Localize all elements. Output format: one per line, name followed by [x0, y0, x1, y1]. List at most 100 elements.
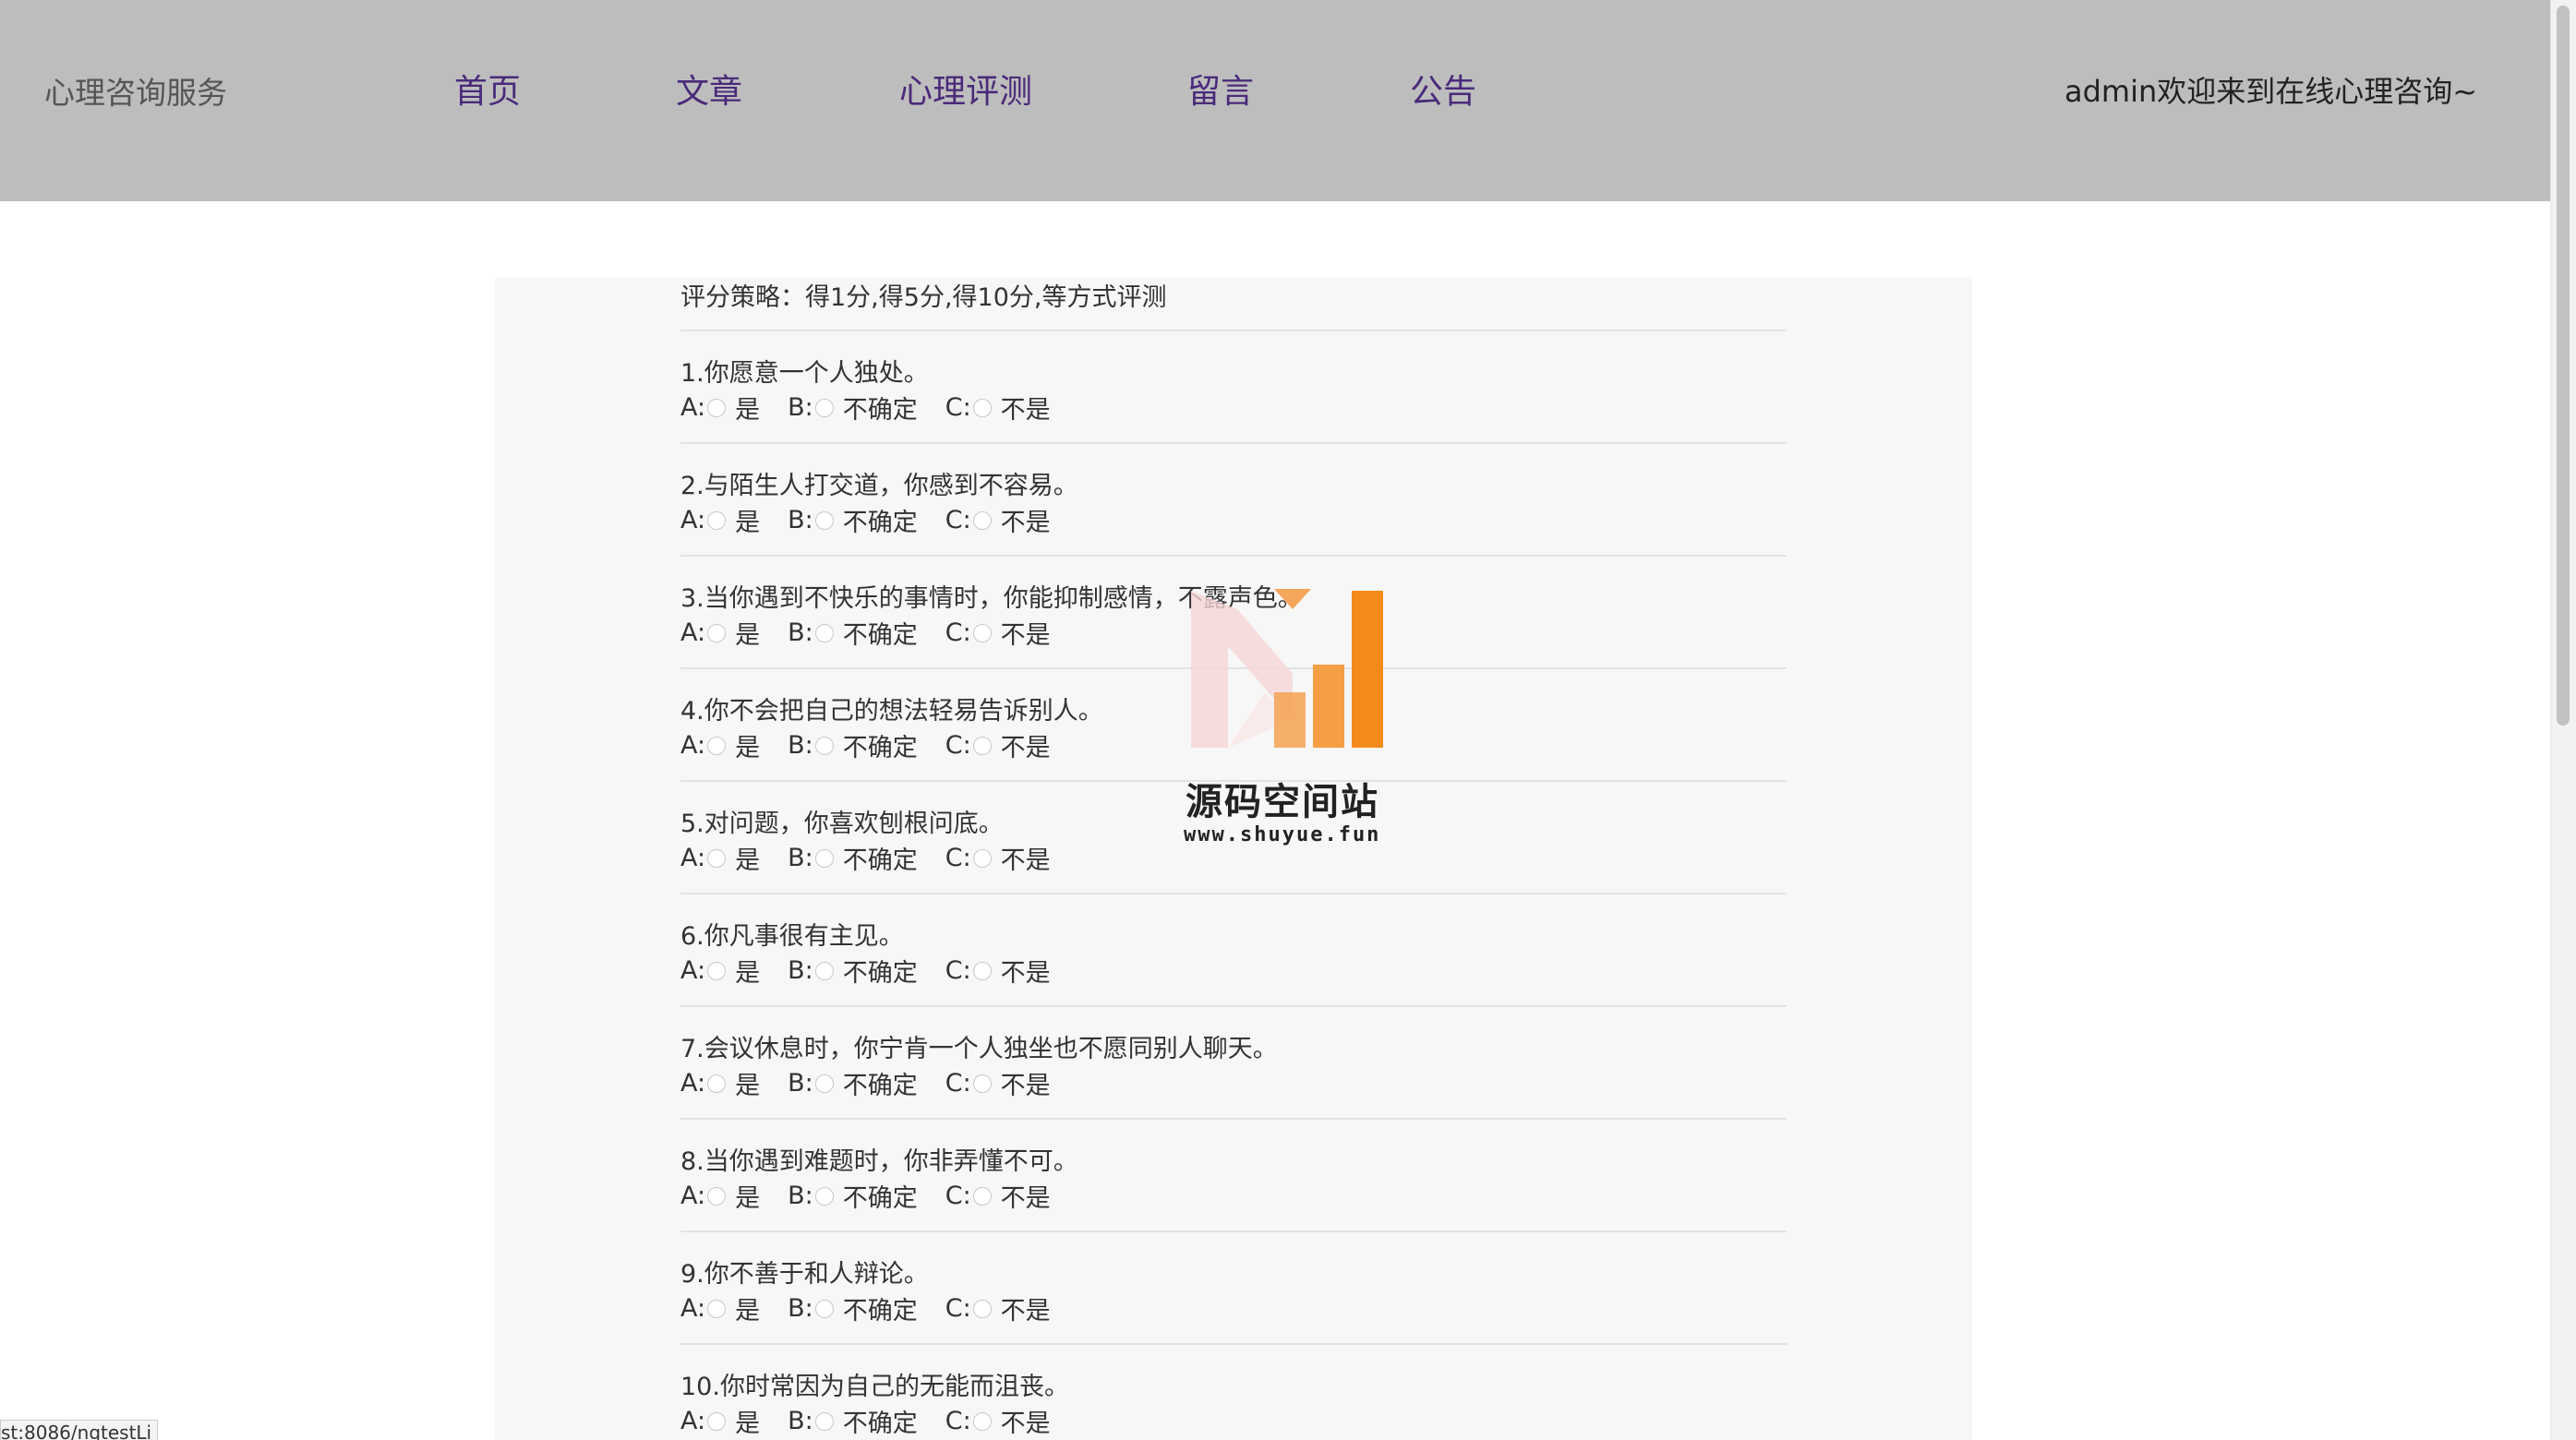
radio-button[interactable] — [814, 510, 834, 530]
option-c[interactable]: C: 不是 — [945, 727, 1051, 763]
site-brand[interactable]: 心理咨询服务 — [44, 68, 227, 113]
radio-button[interactable] — [814, 398, 834, 417]
radio-button[interactable] — [814, 623, 834, 642]
nav-home[interactable]: 首页 — [454, 65, 521, 113]
option-a[interactable]: A: 是 — [680, 502, 760, 538]
option-b[interactable]: B: 不确定 — [788, 502, 918, 538]
option-c[interactable]: C: 不是 — [945, 1065, 1051, 1101]
nav-articles[interactable]: 文章 — [676, 65, 742, 113]
radio-button[interactable] — [707, 1411, 727, 1431]
option-a[interactable]: A: 是 — [680, 840, 760, 876]
option-letter: C: — [945, 1182, 971, 1210]
option-c[interactable]: C: 不是 — [945, 390, 1051, 426]
divider — [680, 442, 1787, 444]
option-text: 是 — [735, 959, 761, 988]
option-b[interactable]: B: 不确定 — [788, 727, 918, 763]
radio-button[interactable] — [972, 398, 992, 417]
option-letter: C: — [945, 1069, 971, 1098]
option-text: 是 — [735, 1297, 761, 1326]
radio-button[interactable] — [814, 1074, 834, 1093]
radio-button[interactable] — [972, 1411, 992, 1431]
radio-button[interactable] — [707, 848, 727, 868]
radio-button[interactable] — [707, 510, 727, 530]
question-options: A: 是 B: 不确定 C: 不是 — [680, 840, 1078, 876]
option-c[interactable]: C: 不是 — [945, 953, 1051, 989]
option-text: 不是 — [1000, 1072, 1051, 1100]
question-options: A: 是 B: 不确定 C: 不是 — [680, 1178, 1078, 1214]
question-title: 9.你不善于和人辩论。 — [680, 1260, 929, 1289]
option-letter: C: — [945, 1407, 971, 1435]
nav-announcements[interactable]: 公告 — [1410, 65, 1476, 113]
radio-button[interactable] — [814, 736, 834, 755]
nav-messages[interactable]: 留言 — [1187, 65, 1254, 113]
option-c[interactable]: C: 不是 — [945, 1178, 1051, 1214]
option-letter: A: — [680, 1182, 706, 1210]
option-a[interactable]: A: 是 — [680, 1403, 760, 1439]
radio-button[interactable] — [972, 1074, 992, 1093]
option-a[interactable]: A: 是 — [680, 953, 760, 989]
option-letter: A: — [680, 393, 706, 422]
option-text: 不确定 — [842, 621, 918, 650]
option-c[interactable]: C: 不是 — [945, 1403, 1051, 1439]
radio-button[interactable] — [972, 1299, 992, 1318]
option-text: 不确定 — [842, 1184, 918, 1213]
option-a[interactable]: A: 是 — [680, 727, 760, 763]
option-b[interactable]: B: 不确定 — [788, 615, 918, 651]
radio-button[interactable] — [814, 961, 834, 980]
option-text: 不是 — [1000, 1184, 1051, 1213]
question-options: A: 是 B: 不确定 C: 不是 — [680, 1403, 1078, 1439]
option-a[interactable]: A: 是 — [680, 1290, 760, 1326]
radio-button[interactable] — [814, 1411, 834, 1431]
option-c[interactable]: C: 不是 — [945, 502, 1051, 538]
radio-button[interactable] — [707, 1074, 727, 1093]
option-a[interactable]: A: 是 — [680, 390, 760, 426]
option-text: 是 — [735, 1410, 761, 1438]
radio-button[interactable] — [707, 1186, 727, 1206]
radio-button[interactable] — [707, 1299, 727, 1318]
option-letter: C: — [945, 618, 971, 647]
option-a[interactable]: A: 是 — [680, 1178, 760, 1214]
option-letter: A: — [680, 844, 706, 872]
option-letter: A: — [680, 956, 706, 985]
question-options: A: 是 B: 不确定 C: 不是 — [680, 727, 1078, 763]
scrollbar-thumb[interactable] — [2557, 6, 2570, 726]
option-c[interactable]: C: 不是 — [945, 615, 1051, 651]
radio-button[interactable] — [707, 961, 727, 980]
nav-psych-test[interactable]: 心理评测 — [899, 65, 1032, 113]
question-title: 1.你愿意一个人独处。 — [680, 359, 929, 388]
radio-button[interactable] — [814, 1186, 834, 1206]
radio-button[interactable] — [814, 848, 834, 868]
radio-button[interactable] — [972, 1186, 992, 1206]
radio-button[interactable] — [972, 848, 992, 868]
option-text: 是 — [735, 621, 761, 650]
option-b[interactable]: B: 不确定 — [788, 1065, 918, 1101]
option-b[interactable]: B: 不确定 — [788, 953, 918, 989]
option-letter: A: — [680, 1407, 706, 1435]
option-text: 不确定 — [842, 959, 918, 988]
radio-button[interactable] — [707, 623, 727, 642]
option-letter: C: — [945, 731, 971, 760]
option-c[interactable]: C: 不是 — [945, 840, 1051, 876]
question-title: 8.当你遇到难题时，你非弄懂不可。 — [680, 1147, 1078, 1176]
radio-button[interactable] — [707, 736, 727, 755]
scoring-strategy: 评分策略：得1分,得5分,得10分,等方式评测 — [680, 283, 1167, 312]
option-letter: B: — [788, 1294, 813, 1323]
radio-button[interactable] — [972, 623, 992, 642]
option-b[interactable]: B: 不确定 — [788, 1178, 918, 1214]
scrollbar[interactable] — [2550, 0, 2576, 1440]
option-a[interactable]: A: 是 — [680, 1065, 760, 1101]
radio-button[interactable] — [972, 961, 992, 980]
option-letter: C: — [945, 506, 971, 534]
option-b[interactable]: B: 不确定 — [788, 1290, 918, 1326]
option-text: 不确定 — [842, 509, 918, 537]
option-b[interactable]: B: 不确定 — [788, 1403, 918, 1439]
option-a[interactable]: A: 是 — [680, 615, 760, 651]
option-b[interactable]: B: 不确定 — [788, 390, 918, 426]
radio-button[interactable] — [972, 736, 992, 755]
radio-button[interactable] — [972, 510, 992, 530]
radio-button[interactable] — [707, 398, 727, 417]
radio-button[interactable] — [814, 1299, 834, 1318]
option-c[interactable]: C: 不是 — [945, 1290, 1051, 1326]
question-title: 4.你不会把自己的想法轻易告诉别人。 — [680, 697, 1103, 726]
option-b[interactable]: B: 不确定 — [788, 840, 918, 876]
